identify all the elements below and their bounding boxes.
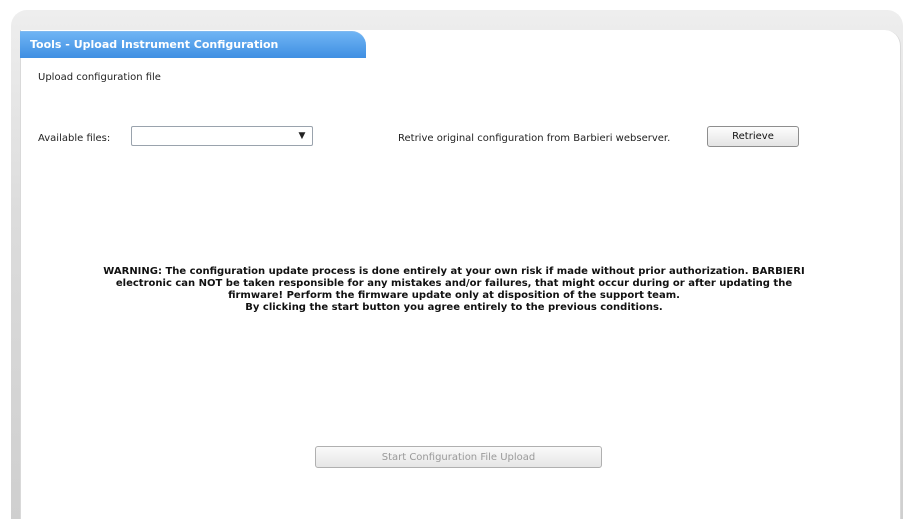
warning-line-1: WARNING: The configuration update proces…: [103, 266, 805, 277]
section-subtitle: Upload configuration file: [38, 72, 161, 83]
tab-title: Tools - Upload Instrument Configuration: [30, 38, 279, 51]
warning-line-2: electronic can NOT be taken responsible …: [115, 278, 793, 289]
warning-message: WARNING: The configuration update proces…: [40, 266, 868, 314]
warning-line-4: By clicking the start button you agree e…: [245, 302, 663, 313]
tab-upload-instrument-configuration[interactable]: Tools - Upload Instrument Configuration: [20, 31, 366, 58]
retrieve-button[interactable]: Retrieve: [707, 126, 799, 147]
chevron-down-icon[interactable]: ▼: [295, 129, 309, 143]
warning-line-3: firmware! Perform the firmware update on…: [228, 290, 680, 301]
available-files-select[interactable]: ▼: [131, 126, 313, 146]
retrieve-description: Retrive original configuration from Barb…: [398, 133, 671, 144]
available-files-label: Available files:: [38, 133, 111, 144]
start-configuration-upload-button[interactable]: Start Configuration File Upload: [315, 446, 602, 468]
